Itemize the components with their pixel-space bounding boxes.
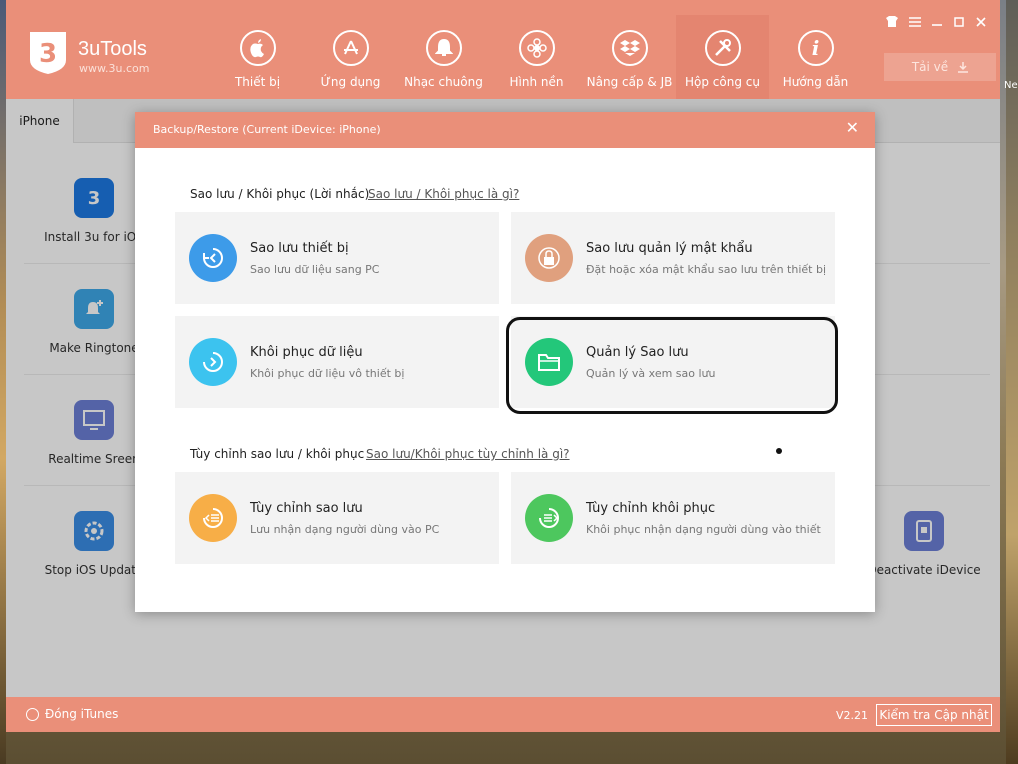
card-backup-device[interactable]: Sao lưu thiết bị Sao lưu dữ liệu sang PC bbox=[175, 212, 499, 304]
close-itunes-button[interactable]: Đóng iTunes bbox=[26, 707, 118, 721]
backup-icon bbox=[189, 234, 237, 282]
custom-restore-icon bbox=[525, 494, 573, 542]
card-title: Tùy chỉnh khôi phục bbox=[586, 501, 716, 516]
app-name: 3uTools bbox=[78, 38, 147, 60]
nav-label: Ứng dụng bbox=[320, 75, 381, 89]
dropbox-icon bbox=[611, 30, 648, 66]
card-subtitle: Đặt hoặc xóa mật khẩu sao lưu trên thiết… bbox=[586, 263, 826, 276]
nav-huong-dan[interactable]: i Hướng dẫn bbox=[769, 15, 862, 99]
custom-backup-icon bbox=[189, 494, 237, 542]
nav-ung-dung[interactable]: Ứng dụng bbox=[304, 15, 397, 99]
card-title: Khôi phục dữ liệu bbox=[250, 345, 363, 360]
card-custom-restore[interactable]: Tùy chỉnh khôi phục Khôi phục nhận dạng … bbox=[511, 472, 835, 564]
logo-badge-text: 3 bbox=[39, 39, 57, 69]
card-custom-backup[interactable]: Tùy chỉnh sao lưu Lưu nhận dạng người dù… bbox=[175, 472, 499, 564]
card-title: Sao lưu thiết bị bbox=[250, 241, 349, 256]
tools-icon bbox=[704, 30, 741, 66]
nav-label: Hộp công cụ bbox=[685, 75, 760, 89]
card-subtitle: Khôi phục nhận dạng người dùng vào thiết bbox=[586, 523, 821, 536]
maximize-icon[interactable] bbox=[954, 16, 964, 30]
status-bar: Đóng iTunes V2.21 Kiểm tra Cập nhật bbox=[6, 697, 1000, 732]
nav-label: Hình nền bbox=[509, 75, 564, 89]
nav-nang-cap[interactable]: Nâng cấp & JB bbox=[583, 15, 676, 99]
desktop-right-edge bbox=[1006, 0, 1018, 764]
nav-label: Hướng dẫn bbox=[782, 75, 849, 89]
help-link-backup[interactable]: Sao lưu / Khôi phục là gì? bbox=[368, 187, 519, 201]
download-label: Tải về bbox=[911, 60, 949, 74]
main-nav: Thiết bị Ứng dụng Nhạc chuông Hình nền N… bbox=[211, 15, 862, 99]
version-label: V2.21 bbox=[836, 709, 869, 722]
annotation-dot bbox=[776, 448, 782, 454]
nav-label: Thiết bị bbox=[234, 75, 281, 89]
section-title-custom: Tùy chỉnh sao lưu / khôi phục bbox=[190, 447, 365, 461]
download-icon bbox=[958, 61, 969, 73]
flower-icon bbox=[518, 30, 555, 66]
help-link-custom[interactable]: Sao lưu/Khôi phục tùy chỉnh là gì? bbox=[366, 447, 570, 461]
card-subtitle: Khôi phục dữ liệu vô thiết bị bbox=[250, 367, 405, 380]
nav-hinh-nen[interactable]: Hình nền bbox=[490, 15, 583, 99]
itunes-label: Đóng iTunes bbox=[45, 707, 119, 721]
card-subtitle: Lưu nhận dạng người dùng vào PC bbox=[250, 523, 440, 536]
restore-icon bbox=[189, 338, 237, 386]
app-url: www.3u.com bbox=[79, 62, 150, 75]
nav-nhac-chuong[interactable]: Nhạc chuông bbox=[397, 15, 490, 99]
section-title-backup: Sao lưu / Khôi phục (Lời nhắc) bbox=[190, 187, 370, 201]
nav-label: Nâng cấp & JB bbox=[586, 75, 673, 89]
card-backup-password[interactable]: Sao lưu quản lý mật khẩu Đặt hoặc xóa mậ… bbox=[511, 212, 835, 304]
lock-icon bbox=[525, 234, 573, 282]
dialog-title: Backup/Restore (Current iDevice: iPhone) bbox=[153, 123, 381, 136]
app-store-icon bbox=[332, 30, 369, 66]
menu-icon[interactable] bbox=[909, 16, 921, 30]
nav-label: Nhạc chuông bbox=[404, 75, 483, 89]
check-update-button[interactable]: Kiểm tra Cập nhật bbox=[876, 704, 992, 726]
info-icon: i bbox=[797, 30, 834, 66]
card-subtitle: Sao lưu dữ liệu sang PC bbox=[250, 263, 380, 276]
card-title: Sao lưu quản lý mật khẩu bbox=[586, 241, 753, 256]
nav-thiet-bi[interactable]: Thiết bị bbox=[211, 15, 304, 99]
apple-icon bbox=[239, 30, 276, 66]
card-title: Tùy chỉnh sao lưu bbox=[250, 501, 363, 516]
card-restore-data[interactable]: Khôi phục dữ liệu Khôi phục dữ liệu vô t… bbox=[175, 316, 499, 408]
circle-icon bbox=[26, 707, 39, 721]
title-bar: 3 3uTools www.3u.com Thiết bị Ứng dụng N… bbox=[6, 0, 1000, 99]
minimize-icon[interactable] bbox=[932, 16, 942, 30]
desktop-icon-label: New bbox=[1004, 80, 1018, 91]
nav-hop-cong-cu[interactable]: Hộp công cụ bbox=[676, 15, 769, 99]
close-icon[interactable] bbox=[976, 16, 986, 30]
download-button[interactable]: Tải về bbox=[884, 53, 996, 81]
dialog-header: Backup/Restore (Current iDevice: iPhone)… bbox=[135, 112, 875, 148]
highlight-outline bbox=[506, 317, 838, 414]
skin-icon[interactable] bbox=[886, 16, 898, 30]
bell-icon bbox=[425, 30, 462, 66]
3utools-logo-icon: 3 bbox=[30, 32, 66, 74]
close-icon[interactable]: ✕ bbox=[846, 118, 859, 137]
